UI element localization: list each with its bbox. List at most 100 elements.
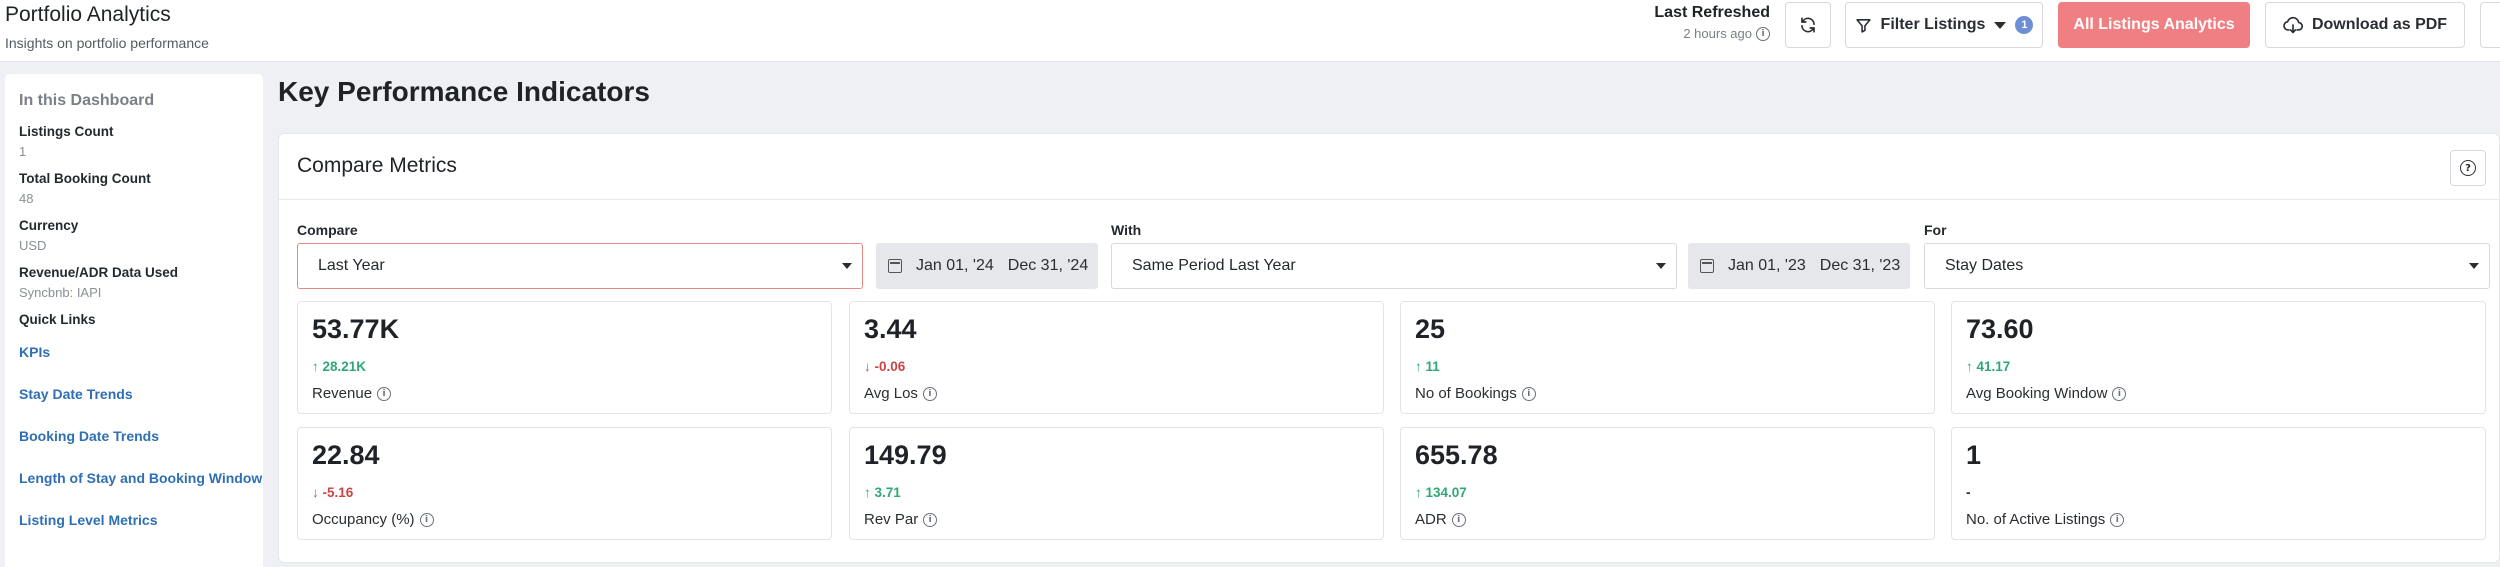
compare-label: Compare (297, 222, 358, 238)
kpi-card-avg-los: 3.44 ↓ -0.06 Avg Los i (849, 301, 1384, 414)
for-select[interactable]: Stay Dates (1924, 243, 2490, 289)
info-icon[interactable]: i (2110, 512, 2125, 527)
filter-listings-button[interactable]: Filter Listings 1 (1845, 2, 2043, 48)
kpi-delta: ↑ 134.07 (1415, 485, 1467, 500)
stat-value: USD (19, 238, 47, 253)
download-pdf-button[interactable]: Download as PDF (2265, 2, 2465, 48)
chevron-down-icon (1656, 263, 1666, 269)
arrow-up-icon: ↑ (1415, 485, 1422, 500)
kpi-label-text: Revenue (312, 385, 373, 402)
quick-link-stay-date-trends[interactable]: Stay Date Trends (19, 386, 263, 402)
kpi-label: Rev Par i (864, 511, 938, 528)
kpi-delta-value: - (1966, 485, 1971, 500)
last-refreshed: Last Refreshed 2 hours ago i (1654, 4, 1770, 41)
kpi-delta-value: 11 (1425, 359, 1440, 374)
kpi-label-text: Rev Par (864, 511, 919, 528)
kpi-label: Revenue i (312, 385, 392, 402)
kpi-label: No of Bookings i (1415, 385, 1536, 402)
kpi-label: Avg Los i (864, 385, 937, 402)
compare-date-range[interactable]: Jan 01, '24 Dec 31, '24 (876, 243, 1098, 289)
sidebar-stat-listings-count: Listings Count 1 (19, 124, 263, 159)
kpi-label-text: Avg Los (864, 385, 918, 402)
chevron-down-icon (1994, 21, 2007, 29)
sidebar-stat-total-booking-count: Total Booking Count 48 (19, 171, 263, 206)
kpi-value: 22.84 (312, 440, 380, 470)
last-refreshed-time-text: 2 hours ago (1683, 26, 1752, 41)
quick-link-length-of-stay[interactable]: Length of Stay and Booking Window (19, 470, 263, 486)
kpi-label-text: Occupancy (%) (312, 511, 415, 528)
kpi-value: 53.77K (312, 314, 400, 344)
stat-label: Revenue/ADR Data Used (19, 265, 179, 280)
kpi-delta: - (1966, 485, 1971, 500)
compare-metrics-card: Compare Metrics ? Compare Last Year Jan … (278, 133, 2500, 563)
quick-links-title: Quick Links (19, 312, 96, 327)
info-icon[interactable]: i (923, 512, 938, 527)
kpi-delta-value: -0.06 (874, 359, 906, 374)
with-select[interactable]: Same Period Last Year (1111, 243, 1677, 289)
kpi-label: ADR i (1415, 511, 1466, 528)
arrow-up-icon: ↑ (864, 485, 871, 500)
kpi-card-occupancy: 22.84 ↓ -5.16 Occupancy (%) i (297, 427, 832, 540)
compare-date-start: Jan 01, '24 (916, 257, 994, 274)
last-refreshed-time: 2 hours ago i (1654, 26, 1770, 41)
filter-listings-label: Filter Listings (1880, 16, 1986, 33)
more-button[interactable] (2480, 2, 2500, 48)
arrow-up-icon: ↑ (1966, 359, 1973, 374)
question-icon: ? (2460, 160, 2476, 176)
kpi-delta: ↑ 3.71 (864, 485, 901, 500)
quick-link-listing-level-metrics[interactable]: Listing Level Metrics (19, 512, 263, 528)
info-icon[interactable]: i (1756, 26, 1770, 41)
kpi-delta-value: 28.21K (322, 359, 367, 374)
stat-label: Listings Count (19, 124, 114, 139)
sidebar-stat-currency: Currency USD (19, 218, 263, 253)
page-title: Key Performance Indicators (278, 76, 650, 107)
with-date-range[interactable]: Jan 01, '23 Dec 31, '23 (1688, 243, 1910, 289)
compare-date-end: Dec 31, '24 (1007, 257, 1089, 274)
info-icon[interactable]: i (1521, 386, 1536, 401)
arrow-down-icon: ↓ (312, 485, 319, 500)
kpi-delta-value: 3.71 (874, 485, 901, 500)
kpi-delta: ↓ -5.16 (312, 485, 353, 500)
kpi-card-adr: 655.78 ↑ 134.07 ADR i (1400, 427, 1935, 540)
arrow-up-icon: ↑ (1415, 359, 1422, 374)
kpi-value: 73.60 (1966, 314, 2034, 344)
compare-select-value: Last Year (318, 257, 385, 274)
filter-icon (1855, 18, 1871, 33)
stat-value: Syncbnb: IAPI (19, 285, 102, 300)
kpi-label-text: No of Bookings (1415, 385, 1517, 402)
kpi-value: 1 (1966, 440, 1982, 470)
with-select-value: Same Period Last Year (1132, 257, 1296, 274)
app-title: Portfolio Analytics (5, 3, 171, 26)
app-subtitle: Insights on portfolio performance (5, 35, 209, 51)
kpi-value: 3.44 (864, 314, 917, 344)
kpi-card-rev-par: 149.79 ↑ 3.71 Rev Par i (849, 427, 1384, 540)
help-button[interactable]: ? (2450, 150, 2486, 186)
stat-label: Currency (19, 218, 79, 233)
kpi-card-avg-booking-window: 73.60 ↑ 41.17 Avg Booking Window i (1951, 301, 2486, 414)
kpi-value: 25 (1415, 314, 1446, 344)
info-icon[interactable]: i (419, 512, 434, 527)
info-icon[interactable]: i (377, 386, 392, 401)
kpi-delta: ↑ 28.21K (312, 359, 366, 374)
quick-link-kpis[interactable]: KPIs (19, 344, 263, 360)
quick-link-booking-date-trends[interactable]: Booking Date Trends (19, 428, 263, 444)
kpi-delta: ↑ 41.17 (1966, 359, 2010, 374)
for-select-value: Stay Dates (1945, 257, 2024, 274)
kpi-label: Occupancy (%) i (312, 511, 434, 528)
all-listings-analytics-button[interactable]: All Listings Analytics (2058, 2, 2250, 48)
kpi-value: 149.79 (864, 440, 947, 470)
chevron-down-icon (842, 263, 852, 269)
arrow-up-icon: ↑ (312, 359, 319, 374)
refresh-button[interactable] (1785, 2, 1831, 48)
kpi-delta: ↓ -0.06 (864, 359, 905, 374)
info-icon[interactable]: i (1451, 512, 1466, 527)
compare-select[interactable]: Last Year (297, 243, 863, 289)
kpi-label: No. of Active Listings i (1966, 511, 2125, 528)
info-icon[interactable]: i (922, 386, 937, 401)
cloud-download-icon (2283, 16, 2303, 34)
kpi-delta-value: 41.17 (1976, 359, 2011, 374)
kpi-delta: ↑ 11 (1415, 359, 1440, 374)
info-icon[interactable]: i (2112, 386, 2127, 401)
stat-label: Total Booking Count (19, 171, 151, 186)
calendar-icon (888, 259, 902, 273)
